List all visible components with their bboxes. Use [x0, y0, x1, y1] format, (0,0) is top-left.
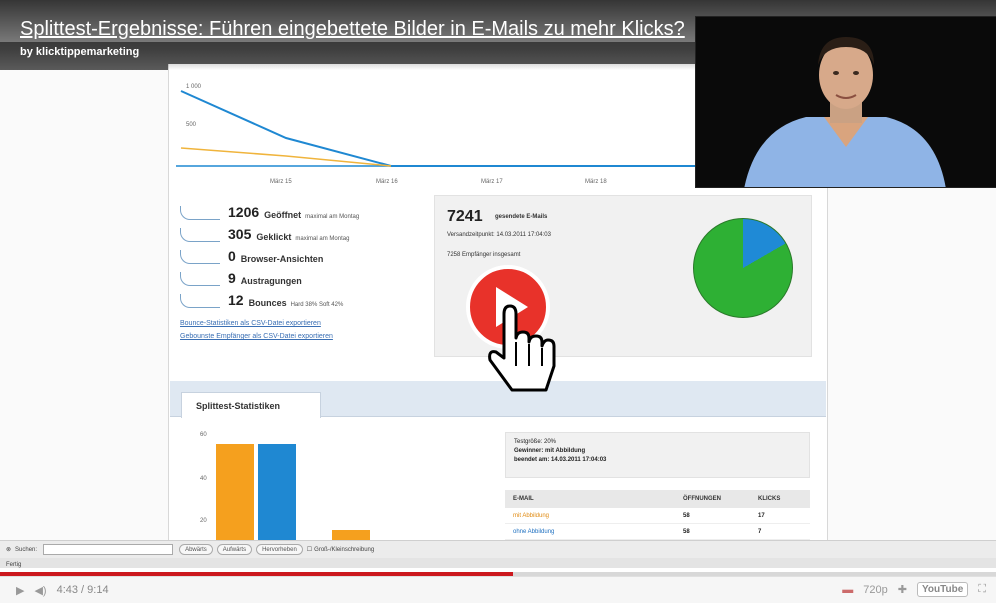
table-row: ohne Abbildung 58 7 [505, 524, 810, 540]
browser-find-bar: ⊗ Suchen: Abwärts Aufwärts Hervorheben ☐… [0, 540, 996, 558]
stat-label: Browser-Ansichten [240, 254, 324, 264]
presenter-webcam [695, 16, 996, 188]
x-tick-label: März 17 [481, 179, 503, 185]
case-label: Groß-/Kleinschreibung [314, 546, 375, 553]
row-opens: 58 [683, 512, 690, 519]
stat-value: 9 [228, 270, 236, 286]
time-display: 4:43 / 9:14 [56, 584, 109, 596]
splittest-bar-chart: 60 40 20 [198, 430, 428, 540]
tab-splittest-stats[interactable]: Splittest-Statistiken [181, 392, 321, 418]
test-ended: beendet am: 14.03.2011 17:04:03 [514, 457, 607, 463]
recipients-line: 7258 Empfänger insgesamt [447, 252, 521, 258]
stat-row-clicked: 305 Geklickt maximal am Montag [180, 220, 430, 242]
sparkline [180, 294, 220, 308]
play-button[interactable] [466, 262, 566, 412]
stat-label: Geöffnet [264, 210, 302, 220]
sparkline [180, 272, 220, 286]
close-icon[interactable]: ⊗ [6, 546, 11, 553]
x-tick-label: März 18 [585, 179, 607, 185]
fullscreen-icon[interactable]: ⛶ [978, 583, 986, 596]
case-checkbox[interactable]: ☐ [307, 546, 312, 553]
col-clicks: KLICKS [758, 496, 781, 502]
video-author[interactable]: by klicktippemarketing [20, 46, 139, 58]
play-icon[interactable]: ▶ [16, 584, 24, 597]
bounce-export-link[interactable]: Bounce-Statistiken als CSV-Datei exporti… [180, 320, 430, 327]
y-tick-label: 60 [200, 432, 207, 438]
y-tick-label: 20 [200, 518, 207, 524]
series-opened-line [180, 90, 696, 167]
stat-value: 0 [228, 248, 236, 264]
expand-icon[interactable]: ✚ [898, 583, 907, 596]
stat-row-browser-views: 0 Browser-Ansichten [180, 242, 430, 264]
y-tick-top: 1 000 [186, 84, 202, 90]
row-opens: 58 [683, 528, 690, 535]
highlight-button[interactable]: Hervorheben [256, 544, 303, 555]
sparkline [180, 250, 220, 264]
stat-row-bounces: 12 Bounces Hard 38% Soft 42% [180, 286, 430, 308]
splittest-info-box: Testgröße: 20% Gewinner: mit Abbildung b… [505, 432, 810, 478]
stat-value: 305 [228, 226, 252, 242]
table-header: E-MAIL ÖFFNUNGEN KLICKS [505, 490, 810, 508]
recipients-export-link[interactable]: Gebounste Empfänger als CSV-Datei export… [180, 333, 430, 340]
presenter-image [696, 17, 996, 187]
player-right-controls: ▬ 720p ✚ YouTube ⛶ [842, 582, 986, 597]
row-clicks: 17 [758, 512, 765, 519]
col-email: E-MAIL [513, 496, 534, 502]
stat-row-opened: 1206 Geöffnet maximal am Montag [180, 198, 430, 220]
test-size: Testgröße: 20% [514, 439, 557, 445]
stat-label: Austragungen [240, 276, 302, 286]
quality-selector[interactable]: 720p [863, 584, 887, 596]
find-next-button[interactable]: Abwärts [179, 544, 213, 555]
stat-label: Bounces [248, 298, 287, 308]
stats-list: 1206 Geöffnet maximal am Montag 305 Gekl… [180, 198, 430, 340]
sparkline [180, 228, 220, 242]
stat-row-unsubscribes: 9 Austragungen [180, 264, 430, 286]
bar-opens-with-image [216, 444, 254, 540]
find-input[interactable] [43, 544, 174, 555]
splittest-results-table: E-MAIL ÖFFNUNGEN KLICKS mit Abbildung 58… [505, 490, 810, 540]
stat-label: Geklickt [256, 232, 292, 242]
y-tick-mid: 500 [186, 122, 197, 128]
opens-line-chart: 1 000 500 [176, 84, 696, 167]
browser-status-bar: Fertig [0, 558, 996, 568]
sent-label: gesendete E-Mails [495, 214, 548, 220]
x-tick-label: März 15 [270, 179, 292, 185]
mail-pie-chart [693, 218, 793, 318]
x-tick-label: März 16 [376, 179, 398, 185]
stat-value: 1206 [228, 204, 260, 220]
bar-opens-without-image [258, 444, 296, 540]
status-text: Fertig [6, 562, 22, 568]
send-time: Versandzeitpunkt: 14.03.2011 17:04:03 [447, 232, 551, 238]
volume-icon[interactable]: ◀) [34, 584, 46, 597]
find-label: Suchen: [15, 546, 38, 553]
bar-clicks-with-image [332, 530, 370, 540]
table-row: mit Abbildung 58 17 [505, 508, 810, 524]
youtube-logo[interactable]: YouTube [917, 582, 969, 597]
video-frame[interactable]: 1 000 500 März 15 März 16 März 17 März 1… [0, 0, 996, 568]
sent-count: 7241 [447, 208, 483, 225]
y-tick-label: 40 [200, 476, 207, 482]
test-winner: Gewinner: mit Abbildung [514, 448, 586, 454]
video-title-link[interactable]: Splittest-Ergebnisse: Führen eingebettet… [20, 18, 685, 41]
col-opens: ÖFFNUNGEN [683, 496, 721, 502]
stat-note: Hard 38% Soft 42% [290, 302, 344, 308]
player-controls: ▶ ◀) 4:43 / 9:14 ▬ 720p ✚ YouTube ⛶ [0, 576, 996, 603]
find-prev-button[interactable]: Aufwärts [216, 544, 253, 555]
row-email[interactable]: ohne Abbildung [513, 529, 683, 535]
annotations-icon[interactable]: ▬ [842, 584, 853, 596]
stat-value: 12 [228, 292, 244, 308]
row-clicks: 7 [758, 528, 762, 535]
page-margin-left [0, 70, 168, 540]
row-email[interactable]: mit Abbildung [513, 513, 683, 519]
sparkline [180, 206, 220, 220]
